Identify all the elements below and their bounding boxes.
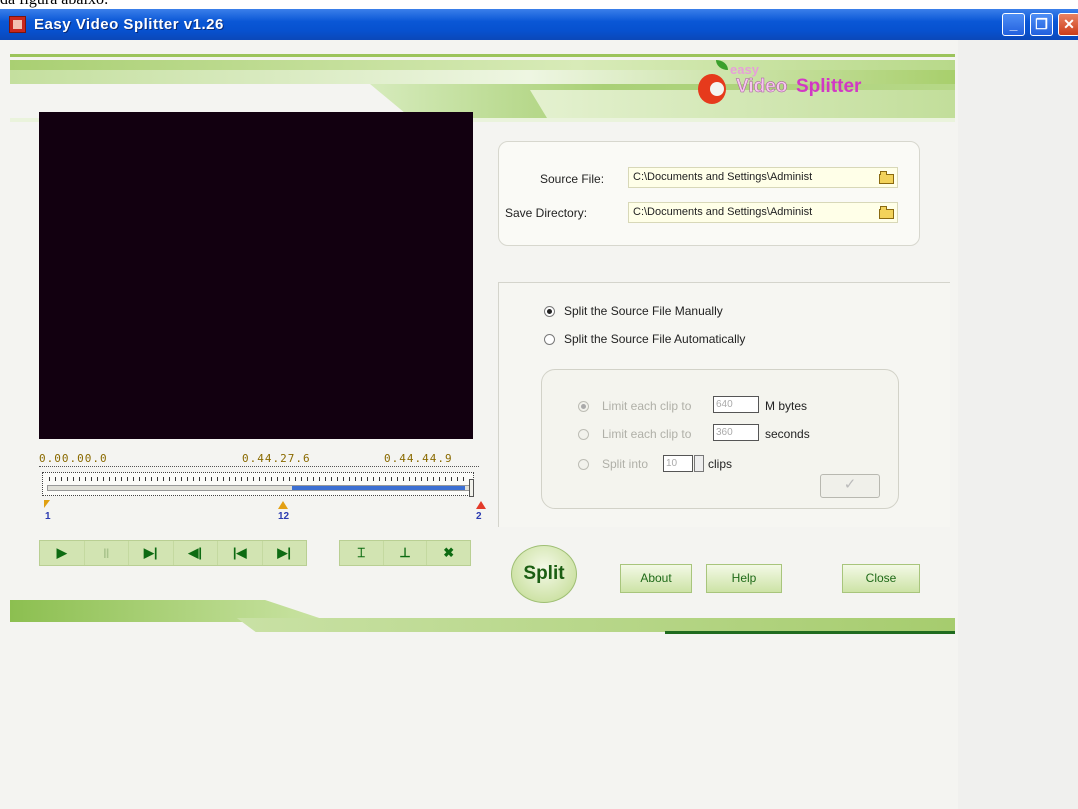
timeline-selection[interactable] (291, 486, 466, 490)
playback-controls: ▶ ‖ ▶| ◀| |◀ ▶| (39, 540, 307, 566)
split-into-unit: clips (708, 457, 733, 471)
step-forward-button[interactable]: ▶| (129, 541, 174, 565)
marker-flag-icon[interactable] (278, 501, 288, 509)
timeline-current-time: 0.44.27.6 (242, 452, 311, 465)
go-end-button[interactable]: ▶| (263, 541, 307, 565)
source-file-label: Source File: (540, 172, 605, 186)
desktop-background (958, 40, 1078, 809)
limit-time-label: Limit each clip to (602, 427, 692, 441)
limit-size-label: Limit each clip to (602, 399, 692, 413)
timeline-end-time: 0.44.44.9 (384, 452, 453, 465)
apply-auto-split-button[interactable]: ✓ (820, 474, 880, 498)
timeline-track[interactable] (42, 472, 474, 497)
file-settings-panel (498, 141, 920, 246)
limit-time-input[interactable]: 360 (713, 424, 759, 441)
video-preview[interactable] (39, 112, 473, 439)
logo-leaf-icon (716, 60, 728, 70)
split-auto-label[interactable]: Split the Source File Automatically (564, 332, 745, 346)
timeline-ticks (49, 477, 469, 481)
split-into-input[interactable]: 10 (663, 455, 693, 472)
timeline-end-handle[interactable] (469, 479, 474, 497)
pause-icon: ‖ (103, 545, 110, 561)
document-caption: da figura abaixo: (0, 0, 108, 9)
go-end-icon: ▶| (277, 545, 292, 560)
ruler-icon: ⊥ (399, 545, 411, 560)
limit-time-unit: seconds (765, 427, 810, 441)
timeline-start-time: 0.00.00.0 (39, 452, 108, 465)
limit-size-unit: M bytes (765, 399, 808, 413)
pause-button[interactable]: ‖ (85, 541, 129, 565)
about-button[interactable]: About (620, 564, 692, 593)
split-into-radio[interactable] (578, 459, 589, 470)
save-directory-field[interactable]: C:\Documents and Settings\Administ (628, 202, 898, 223)
window-title: Easy Video Splitter v1.26 (34, 16, 224, 33)
marker-flag-icon[interactable] (44, 500, 50, 508)
play-icon: ▶ (56, 545, 67, 560)
limit-size-radio[interactable] (578, 401, 589, 412)
spin-control[interactable] (694, 455, 704, 472)
go-start-button[interactable]: |◀ (218, 541, 263, 565)
close-button[interactable]: Close (842, 564, 920, 593)
app-icon (9, 16, 26, 33)
split-button[interactable]: Split (511, 545, 577, 603)
split-auto-radio[interactable] (544, 334, 555, 345)
browse-folder-icon[interactable] (879, 206, 895, 219)
go-start-icon: |◀ (232, 545, 247, 560)
logo-video-text: Video (736, 76, 788, 98)
footer-band (665, 631, 955, 634)
save-directory-label: Save Directory: (505, 206, 588, 220)
marker-label: 12 (278, 511, 290, 522)
split-into-label: Split into (602, 457, 649, 471)
logo-e-icon (698, 74, 726, 104)
limit-size-input[interactable]: 640 (713, 396, 759, 413)
step-forward-icon: ▶| (143, 545, 158, 560)
delete-marker-icon: ✖ (443, 545, 455, 560)
ruler-button[interactable]: ⊥ (384, 541, 428, 565)
marker-tools: ⌶ ⊥ ✖ (339, 540, 471, 566)
help-button[interactable]: Help (706, 564, 782, 593)
title-bar[interactable]: Easy Video Splitter v1.26 _ ❐ ✕ (0, 9, 1078, 40)
marker-flag-icon[interactable] (476, 501, 486, 509)
delete-marker-button[interactable]: ✖ (427, 541, 470, 565)
header-band (10, 54, 955, 57)
timeline-divider (39, 466, 479, 467)
split-manual-radio[interactable] (544, 306, 555, 317)
minimize-button[interactable]: _ (1002, 13, 1025, 36)
logo-easy-text: easy (730, 62, 759, 77)
browse-source-icon[interactable] (879, 171, 895, 184)
limit-time-radio[interactable] (578, 429, 589, 440)
add-marker-icon: ⌶ (357, 545, 366, 560)
marker-label: 2 (476, 511, 482, 522)
logo-splitter-text: Splitter (796, 76, 862, 97)
step-back-button[interactable]: ◀| (174, 541, 218, 565)
source-file-field[interactable]: C:\Documents and Settings\Administ (628, 167, 898, 188)
play-button[interactable]: ▶ (40, 541, 85, 565)
marker-label: 1 (45, 511, 51, 522)
add-marker-button[interactable]: ⌶ (340, 541, 384, 565)
step-back-icon: ◀| (188, 545, 203, 560)
restore-button[interactable]: ❐ (1030, 13, 1053, 36)
app-logo: easy Video Splitter (692, 60, 912, 110)
split-manual-label[interactable]: Split the Source File Manually (564, 304, 723, 318)
close-window-button[interactable]: ✕ (1058, 13, 1078, 36)
